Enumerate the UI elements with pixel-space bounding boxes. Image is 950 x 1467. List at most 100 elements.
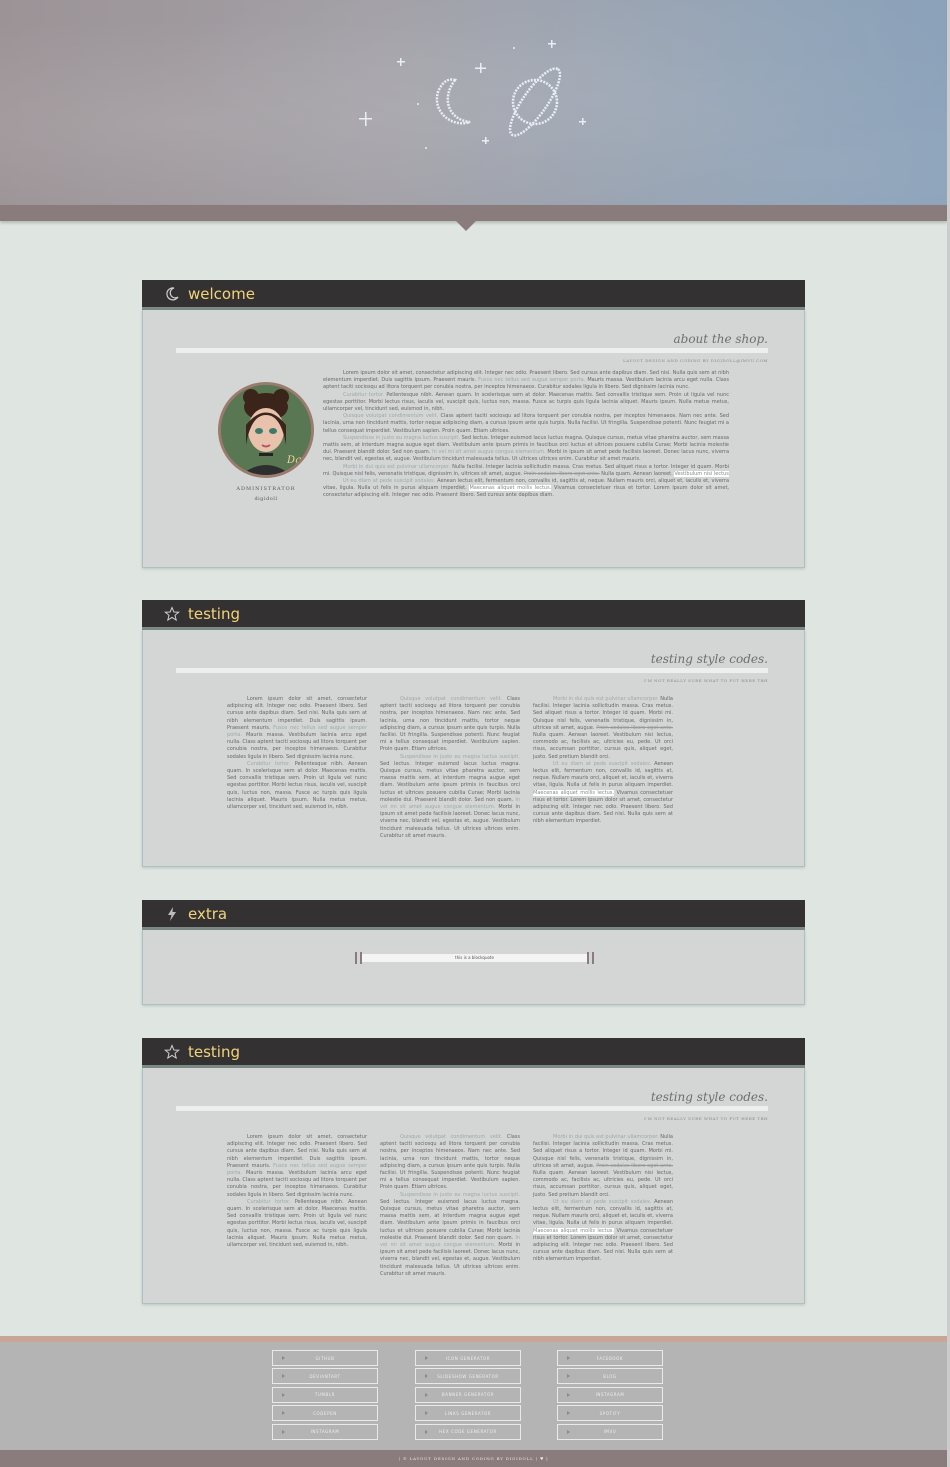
text-column: Quisque volutpat condimentum velit. Clas… [380,696,521,839]
footer-link[interactable]: BANNER GENERATOR [415,1386,521,1403]
panel-header: welcome [142,280,805,310]
text-link[interactable]: Curabitur tortor. [343,392,384,398]
blockquote: this is a blockquote [362,954,587,962]
marked-text: Maecenas aliquet mollis lectus. [469,485,552,492]
arrow-right-icon [425,1411,428,1416]
footer-link[interactable]: TUMBLR [272,1386,378,1403]
text-link[interactable]: Curabitur tortor. [247,1199,290,1205]
text-link[interactable]: Morbi in dui quis est pulvinar ullamcorp… [553,696,659,702]
admin-avatar: Dg [218,382,314,478]
footer-link[interactable]: INSTAGRAM [272,1423,378,1440]
strike-text: Proin sodales libero eget ante. [523,470,600,477]
arrow-right-icon [567,1429,570,1434]
text-link[interactable]: Suspendisse in justo eu magna luctus sus… [400,754,520,760]
svg-text:Dg: Dg [286,455,301,466]
arrow-right-icon [282,1374,285,1379]
footer-link[interactable]: ICON GENERATOR [415,1350,521,1366]
text-link[interactable]: Quisque volutpat condimentum velit. [400,1134,502,1140]
footer-link[interactable]: FACEBOOK [557,1350,663,1366]
footer-link[interactable]: CODEPEN [272,1405,378,1422]
footer-link[interactable]: GITHUB [272,1350,378,1366]
arrow-right-icon [425,1356,428,1360]
footer-link[interactable]: SLIDESHOW GENERATOR [415,1368,521,1385]
text-columns: Lorem ipsum dolor sit amet, consectetur … [227,1134,721,1278]
text-link[interactable]: Quisque volutpat condimentum velit. [400,696,502,702]
testing-panel-2: testing testing style codes. I'M NOT REA… [142,1038,805,1304]
text-link[interactable]: Curabitur tortor. [247,761,290,767]
text-link[interactable]: Morbi in dui quis est pulvinar ullamcorp… [343,464,450,470]
text-link[interactable]: Quisque volutpat condimentum velit. [343,413,438,419]
footer-link[interactable]: BLOG [557,1368,663,1385]
arrow-right-icon [425,1374,428,1379]
footer-link[interactable]: IMVU [557,1423,663,1440]
text-link[interactable]: Morbi in dui quis est pulvinar ullamcorp… [553,1134,659,1140]
section-title: testing style codes. [650,652,768,666]
section-title: about the shop. [673,332,769,346]
footer-link[interactable]: INSTAGRAM [557,1386,663,1403]
text-column: Lorem ipsum dolor sit amet, consectetur … [227,696,368,811]
text-column: Lorem ipsum dolor sit amet, consectetur … [227,1134,368,1249]
avatar-illustration: Dg [221,385,311,475]
footer: GITHUB DEVIANTART TUMBLR CODEPEN INSTAGR… [0,1342,947,1450]
section-divider [176,348,768,353]
text-link[interactable]: Suspendisse in justo eu magna luctus sus… [400,1192,520,1198]
arrow-right-icon [567,1356,570,1360]
text-link[interactable]: In vel mi sit amet augue congue elementu… [432,449,546,455]
footer-link[interactable]: SPOTIFY [557,1405,663,1422]
footer-links-generators: ICON GENERATOR SLIDESHOW GENERATOR BANNE… [415,1350,521,1442]
marked-text: Maecenas aliquet mollis lectus. [533,789,614,796]
section-subtitle: I'M NOT REALLY SURE WHAT TO PUT HERE TBH [644,1116,768,1121]
panel-body: testing style codes. I'M NOT REALLY SURE… [142,1068,805,1304]
text-link[interactable]: Ut eu diam at pede suscipit sodales. [343,478,435,484]
footer-link[interactable]: LINKS GENERATOR [415,1405,521,1422]
section-divider [176,1106,768,1111]
admin-role: ADMINISTRATOR [236,486,296,492]
text-link[interactable]: Fusce nec tellus sed augue semper porta. [478,377,585,383]
moon-planet-illustration [359,40,586,149]
welcome-panel: welcome about the shop. LAYOUT DESIGN AN… [142,280,805,568]
paragraph: Ut eu diam at pede suscipit sodales. Aen… [323,478,730,499]
footer-link[interactable]: HEX CODE GENERATOR [415,1423,521,1440]
paragraph: Lorem ipsum dolor sit amet, consectetur … [323,370,730,391]
arrow-right-icon [567,1374,570,1379]
arrow-right-icon [567,1411,570,1416]
panel-header: testing [142,1038,805,1068]
panel-title: welcome [188,284,255,303]
panel-title: testing [188,1042,241,1061]
footer-links-social: GITHUB DEVIANTART TUMBLR CODEPEN INSTAGR… [272,1350,378,1442]
section-subtitle: LAYOUT DESIGN AND CODING BY DIGIDOLL@IMV… [623,358,768,363]
marked-text: Maecenas aliquet mollis lectus. [533,1227,614,1234]
panel-body: this is a blockquote [142,930,805,1005]
section-title: testing style codes. [650,1090,768,1104]
text-link[interactable]: Suspendisse in justo eu magna luctus sus… [343,435,460,441]
testing-panel-1: testing testing style codes. I'M NOT REA… [142,600,805,867]
arrow-right-icon [282,1411,285,1416]
arrow-right-icon [282,1356,285,1360]
arrow-right-icon [425,1429,428,1434]
welcome-text: Lorem ipsum dolor sit amet, consectetur … [323,370,729,500]
paragraph: Quisque volutpat condimentum velit. Clas… [323,413,729,434]
arrow-right-icon [282,1429,285,1434]
paragraph: Morbi in dui quis est pulvinar ullamcorp… [323,463,730,477]
text-column: Morbi in dui quis est pulvinar ullamcorp… [533,696,674,825]
panel-header: testing [142,600,805,630]
section-subtitle: I'M NOT REALLY SURE WHAT TO PUT HERE TBH [644,678,768,683]
panel-title: extra [188,904,228,923]
arrow-right-icon [282,1392,285,1397]
header-arrow [454,219,478,231]
marked-text: Vestibulum nisi lectus [674,470,729,477]
text-columns: Lorem ipsum dolor sit amet, consectetur … [227,696,721,840]
footer-link[interactable]: DEVIANTART [272,1368,378,1385]
panel-body: testing style codes. I'M NOT REALLY SURE… [142,630,805,867]
strike-text: Proin sodales libero eget ante. [596,724,674,731]
extra-panel: extra this is a blockquote [142,900,805,1005]
section-divider [176,668,768,673]
panel-header: extra [142,900,805,930]
panel-body: about the shop. LAYOUT DESIGN AND CODING… [142,310,805,568]
text-link[interactable]: Ut eu diam at pede suscipit sodales. [553,1199,651,1205]
arrow-right-icon [425,1392,428,1397]
star-icon [164,1043,180,1060]
blockquote-frame: this is a blockquote [355,952,594,964]
lightning-icon [164,906,180,922]
text-link[interactable]: Ut eu diam at pede suscipit sodales. [553,761,651,767]
